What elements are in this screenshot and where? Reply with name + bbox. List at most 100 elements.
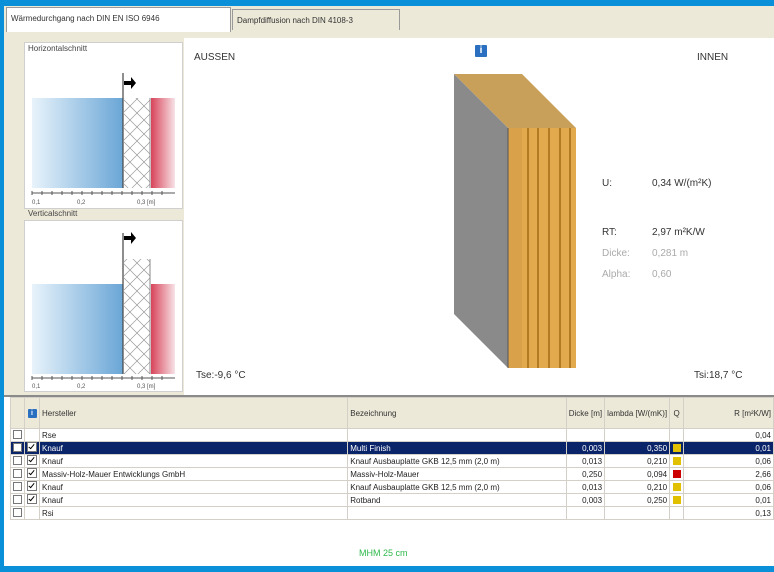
row-select-cell[interactable] [10, 441, 25, 455]
cell-bezeichnung: Knauf Ausbauplatte GKB 12,5 mm (2,0 m) [347, 480, 567, 494]
outside-label: AUSSEN [194, 52, 236, 63]
row-select-box[interactable] [13, 481, 22, 491]
table-row[interactable]: Knauf Multi Finish 0,003 0,350 0,01 [10, 441, 774, 455]
wall-3d-view: AUSSEN INNEN i U: 0,34 W/(m²K) RT: 2,97 … [184, 38, 774, 395]
prop-label-u: U: [602, 178, 612, 189]
tick-label: 0,1 [32, 384, 41, 390]
row-select-box[interactable] [13, 455, 22, 465]
table-row[interactable]: Rsi 0,13 [10, 506, 774, 520]
cell-r: 0,06 [683, 480, 774, 494]
cell-r: 2,66 [683, 467, 774, 481]
row-active-cell[interactable] [24, 467, 40, 481]
header-info[interactable]: i [24, 397, 40, 429]
row-select-box[interactable] [13, 468, 22, 478]
row-select-box[interactable] [13, 494, 22, 504]
horizontal-section-diagram: 0,1 0,2 0,3 [m] [31, 73, 175, 206]
cell-bezeichnung: Rotband [347, 493, 567, 507]
row-select-cell[interactable] [10, 454, 25, 468]
row-active-cell[interactable] [24, 493, 40, 507]
row-select-cell[interactable] [10, 493, 25, 507]
row-select-box[interactable] [13, 442, 22, 452]
prop-value-rt: 2,97 m²K/W [652, 227, 705, 238]
table-row[interactable]: Knauf Knauf Ausbauplatte GKB 12,5 mm (2,0… [10, 480, 774, 494]
header-hersteller[interactable]: Hersteller [38, 397, 349, 429]
info-icon[interactable]: i [27, 409, 37, 418]
table-row[interactable]: Rse 0,04 [10, 428, 774, 442]
header-dicke[interactable]: Dicke [m] [565, 397, 606, 429]
row-active-cell[interactable] [24, 428, 40, 442]
row-active-cell[interactable] [24, 441, 40, 455]
horizontal-section-panel: Horizontalschnitt 0,1 0,2 0,3 [m] [24, 42, 183, 209]
header-q[interactable]: Q [669, 397, 685, 429]
cell-lambda: 0,210 [604, 480, 671, 494]
cell-lambda [604, 506, 671, 520]
quality-indicator [673, 483, 682, 492]
cell-dicke: 0,013 [565, 454, 606, 468]
tse-label: Tse:-9,6 °C [196, 370, 246, 381]
row-active-checkbox[interactable] [27, 494, 37, 504]
inside-label: INNEN [697, 52, 729, 63]
row-select-box[interactable] [13, 507, 22, 517]
cell-hersteller: Knauf [38, 480, 349, 494]
tick-label: 0,1 [32, 200, 41, 206]
tick-label: 0,2 [77, 384, 86, 390]
row-active-cell[interactable] [24, 454, 40, 468]
cell-bezeichnung: Multi Finish [347, 441, 567, 455]
cell-lambda: 0,094 [604, 467, 671, 481]
cell-q [669, 506, 685, 520]
cell-lambda [604, 428, 671, 442]
layer-table-container: i Hersteller Bezeichnung Dicke [m] lambd… [4, 395, 774, 545]
row-active-cell[interactable] [24, 506, 40, 520]
row-select-cell[interactable] [10, 467, 25, 481]
header-r[interactable]: R [m²K/W] [683, 397, 774, 429]
vertical-section-diagram: 0,1 0,2 0,3 [m] [31, 232, 175, 390]
header-lambda[interactable]: lambda [W/(mK)] [604, 397, 671, 429]
cell-q [669, 480, 685, 494]
footer-label: MHM 25 cm [359, 548, 408, 558]
row-active-checkbox[interactable] [27, 455, 37, 465]
cell-r: 0,01 [683, 493, 774, 507]
footer: MHM 25 cm [4, 543, 774, 566]
header-select [10, 397, 25, 429]
cell-hersteller: Knauf [38, 441, 349, 455]
tab-waermedurchgang[interactable]: Wärmedurchgang nach DIN EN ISO 6946 [6, 7, 231, 33]
cell-lambda: 0,250 [604, 493, 671, 507]
header-bezeichnung[interactable]: Bezeichnung [347, 397, 567, 429]
row-select-box[interactable] [13, 429, 22, 439]
row-active-checkbox[interactable] [27, 468, 37, 478]
prop-value-u: 0,34 W/(m²K) [652, 178, 712, 189]
cell-dicke: 0,013 [565, 480, 606, 494]
row-select-cell[interactable] [10, 428, 25, 442]
quality-indicator [673, 457, 682, 466]
row-select-cell[interactable] [10, 506, 25, 520]
cell-dicke: 0,003 [565, 441, 606, 455]
tab-dampfdiffusion[interactable]: Dampfdiffusion nach DIN 4108-3 [232, 9, 400, 30]
cell-r: 0,04 [683, 428, 774, 442]
row-select-cell[interactable] [10, 480, 25, 494]
prop-label-alpha: Alpha: [602, 269, 631, 280]
arrow-right-icon [124, 77, 136, 89]
quality-indicator [673, 444, 682, 453]
row-active-checkbox[interactable] [27, 442, 37, 452]
cell-q [669, 441, 685, 455]
quality-indicator [673, 496, 682, 505]
row-active-cell[interactable] [24, 480, 40, 494]
tick-label: 0,3 [m] [137, 384, 156, 390]
cell-bezeichnung [347, 506, 567, 520]
table-row[interactable]: Massiv-Holz-Mauer Entwicklungs GmbH Massi… [10, 467, 774, 481]
cell-dicke: 0,250 [565, 467, 606, 481]
quality-indicator [673, 470, 682, 479]
cell-hersteller: Massiv-Holz-Mauer Entwicklungs GmbH [38, 467, 349, 481]
table-row[interactable]: Knauf Rotband 0,003 0,250 0,01 [10, 493, 774, 507]
tsi-label: Tsi:18,7 °C [694, 370, 743, 381]
table-row[interactable]: Knauf Knauf Ausbauplatte GKB 12,5 mm (2,0… [10, 454, 774, 468]
layer-table: i Hersteller Bezeichnung Dicke [m] lambd… [10, 397, 774, 520]
cell-bezeichnung: Massiv-Holz-Mauer [347, 467, 567, 481]
info-icon[interactable]: i [475, 45, 487, 57]
row-active-checkbox[interactable] [27, 481, 37, 491]
cell-hersteller: Rsi [38, 506, 349, 520]
cell-q [669, 493, 685, 507]
vertical-section-panel: Verticalschnitt 0,1 0,2 0,3 [m] [24, 209, 183, 392]
tick-label: 0,2 [77, 200, 86, 206]
cell-q [669, 428, 685, 442]
